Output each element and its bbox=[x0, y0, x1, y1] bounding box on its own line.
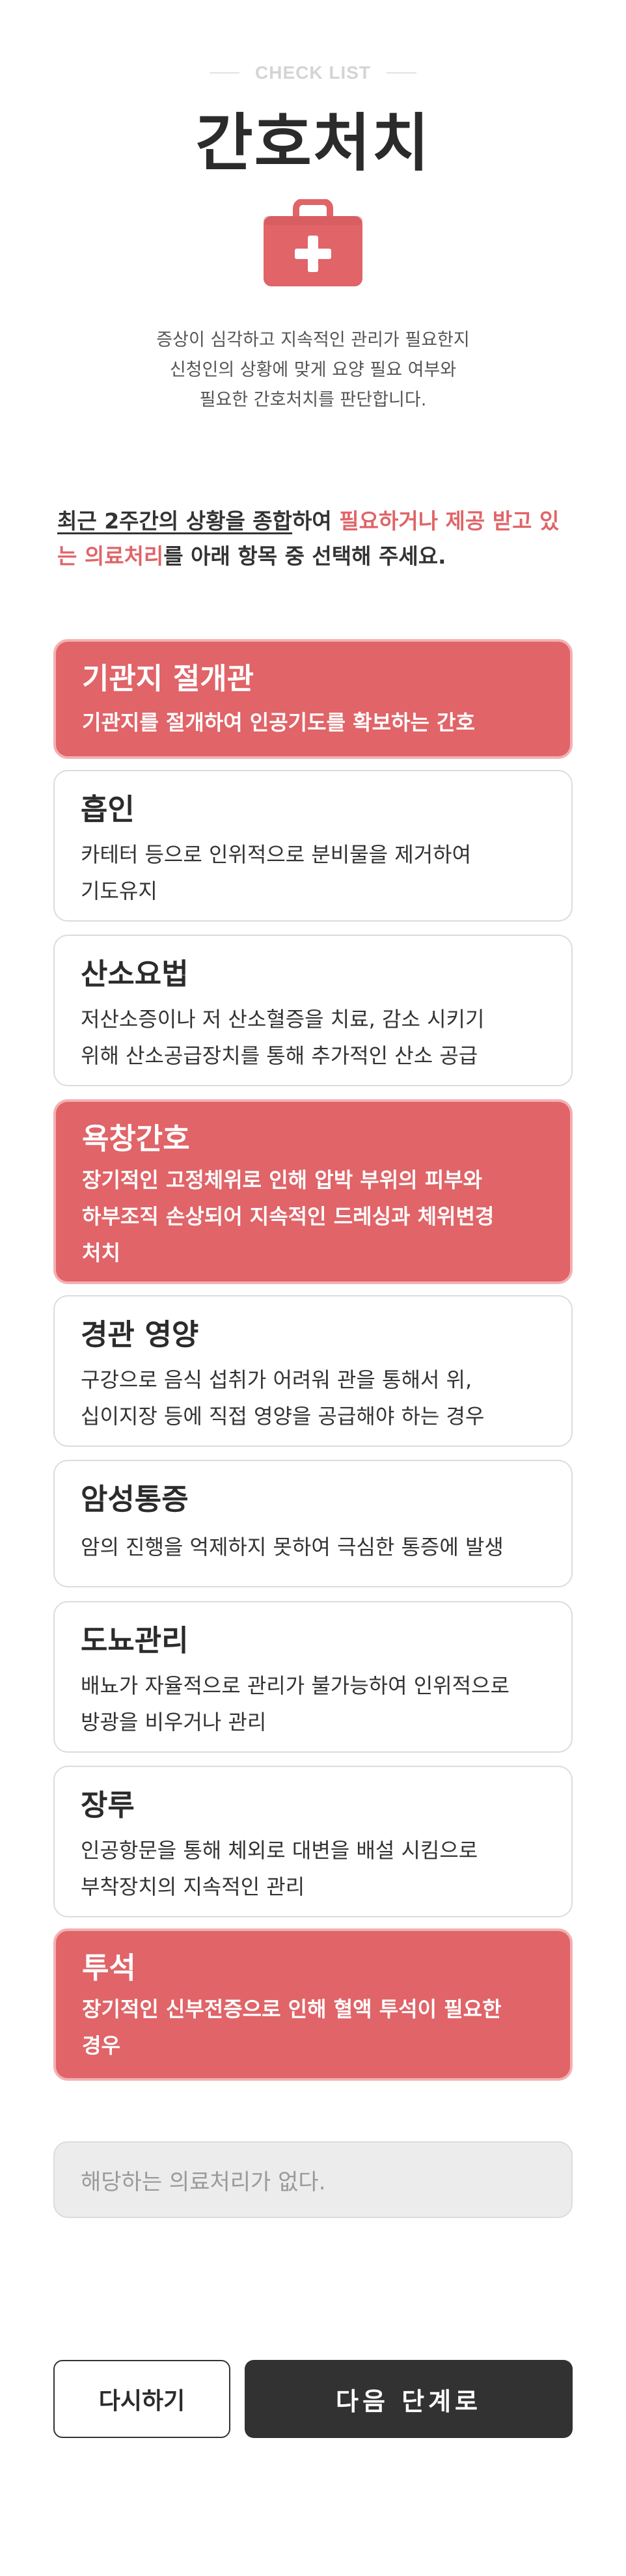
option-description-line: 위해 산소공급장치를 통해 추가적인 산소 공급 bbox=[81, 1043, 478, 1068]
option-title: 산소요법 bbox=[81, 957, 189, 991]
option-description: 암의 진행을 억제하지 못하여 극심한 통증에 발생 bbox=[81, 1529, 556, 1565]
option-description-line: 카테터 등으로 인위적으로 분비물을 제거하여 bbox=[81, 842, 472, 867]
option-description: 장기적인 신부전증으로 인해 혈액 투석이 필요한 경우 bbox=[82, 1991, 557, 2064]
option-urinary-catheter[interactable]: 도뇨관리 배뇨가 자율적으로 관리가 불가능하여 인위적으로 방광을 비우거나 … bbox=[53, 1601, 573, 1753]
option-tube-feeding[interactable]: 경관 영양 구강으로 음식 섭취가 어려워 관을 통해서 위, 십이지장 등에 … bbox=[53, 1295, 573, 1447]
checklist-eyebrow: CHECK LIST bbox=[0, 62, 626, 83]
option-cancer-pain[interactable]: 암성통증 암의 진행을 억제하지 못하여 극심한 통증에 발생 bbox=[53, 1460, 573, 1587]
page-title: 간호처치 bbox=[195, 107, 431, 180]
option-description-line: 인공항문을 통해 체외로 대변을 배설 시킴으로 bbox=[81, 1838, 478, 1863]
instruction-part: 하여 bbox=[292, 508, 340, 534]
option-description-line: 구강으로 음식 섭취가 어려워 관을 통해서 위, bbox=[81, 1367, 472, 1392]
instruction-part: 를 아래 항목 중 선택해 주세요. bbox=[163, 543, 446, 569]
option-tracheostomy[interactable]: 기관지 절개관 기관지를 절개하여 인공기도를 확보하는 간호 bbox=[53, 639, 573, 759]
eyebrow-right-line bbox=[387, 72, 416, 74]
option-description: 인공항문을 통해 체외로 대변을 배설 시킴으로 부착장치의 지속적인 관리 bbox=[81, 1832, 556, 1905]
eyebrow-left-line bbox=[210, 72, 239, 74]
option-description: 배뇨가 자율적으로 관리가 불가능하여 인위적으로 방광을 비우거나 관리 bbox=[81, 1667, 556, 1740]
eyebrow-label: CHECK LIST bbox=[255, 62, 371, 83]
option-title: 투석 bbox=[82, 1951, 136, 1985]
option-title: 흡인 bbox=[81, 792, 135, 827]
option-title: 암성통증 bbox=[81, 1482, 189, 1516]
option-pressure-ulcer-care[interactable]: 욕창간호 장기적인 고정체위로 인해 압박 부위의 피부와 하부조직 손상되어 … bbox=[53, 1099, 573, 1284]
option-none[interactable]: 해당하는 의료처리가 없다. bbox=[53, 2141, 573, 2218]
option-description: 기관지를 절개하여 인공기도를 확보하는 간호 bbox=[82, 704, 557, 741]
option-dialysis[interactable]: 투석 장기적인 신부전증으로 인해 혈액 투석이 필요한 경우 bbox=[53, 1928, 573, 2081]
intro-line: 필요한 간호처치를 판단합니다. bbox=[199, 390, 427, 410]
option-description-line: 기도유지 bbox=[81, 879, 157, 903]
option-description-line: 저산소증이나 저 산소혈증을 치료, 감소 시키기 bbox=[81, 1007, 485, 1032]
option-description-line: 기관지를 절개하여 인공기도를 확보하는 간호 bbox=[82, 710, 475, 735]
option-title: 경관 영양 bbox=[81, 1317, 199, 1352]
option-title: 도뇨관리 bbox=[81, 1623, 189, 1658]
intro-text: 증상이 심각하고 지속적인 관리가 필요한지 신청인의 상황에 맞게 요양 필요… bbox=[0, 325, 626, 415]
option-description-line: 장기적인 고정체위로 인해 압박 부위의 피부와 bbox=[82, 1168, 483, 1192]
option-description: 장기적인 고정체위로 인해 압박 부위의 피부와 하부조직 손상되어 지속적인 … bbox=[82, 1162, 557, 1271]
next-step-button[interactable]: 다음 단계로 bbox=[245, 2360, 573, 2438]
option-description-line: 처치 bbox=[82, 1240, 120, 1265]
instruction-text: 최근 2주간의 상황을 종합하여 필요하거나 제공 받고 있는 의료처리를 아래… bbox=[57, 504, 578, 574]
option-suction[interactable]: 흡인 카테터 등으로 인위적으로 분비물을 제거하여 기도유지 bbox=[53, 770, 573, 922]
intro-line: 증상이 심각하고 지속적인 관리가 필요한지 bbox=[156, 330, 470, 350]
option-title: 장루 bbox=[81, 1788, 135, 1822]
retry-button[interactable]: 다시하기 bbox=[53, 2360, 230, 2438]
option-description-line: 하부조직 손상되어 지속적인 드레싱과 체위변경 bbox=[82, 1204, 495, 1229]
option-description-line: 암의 진행을 억제하지 못하여 극심한 통증에 발생 bbox=[81, 1535, 504, 1559]
first-aid-kit-icon bbox=[264, 199, 362, 286]
option-description-line: 배뇨가 자율적으로 관리가 불가능하여 인위적으로 bbox=[81, 1673, 510, 1698]
option-description-line: 경우 bbox=[82, 2033, 120, 2058]
intro-line: 신청인의 상황에 맞게 요양 필요 여부와 bbox=[169, 360, 457, 380]
option-description-line: 십이지장 등에 직접 영양을 공급해야 하는 경우 bbox=[81, 1404, 485, 1429]
option-description-line: 장기적인 신부전증으로 인해 혈액 투석이 필요한 bbox=[82, 1997, 502, 2021]
option-description: 저산소증이나 저 산소혈증을 치료, 감소 시키기 위해 산소공급장치를 통해 … bbox=[81, 1001, 556, 1074]
option-title: 욕창간호 bbox=[82, 1121, 190, 1156]
option-oxygen-therapy[interactable]: 산소요법 저산소증이나 저 산소혈증을 치료, 감소 시키기 위해 산소공급장치… bbox=[53, 935, 573, 1086]
instruction-underlined: 최근 2주간의 상황을 종합 bbox=[57, 508, 293, 534]
option-title: 기관지 절개관 bbox=[82, 661, 254, 696]
option-description: 카테터 등으로 인위적으로 분비물을 제거하여 기도유지 bbox=[81, 836, 556, 909]
option-ostomy[interactable]: 장루 인공항문을 통해 체외로 대변을 배설 시킴으로 부착장치의 지속적인 관… bbox=[53, 1766, 573, 1917]
option-description: 구강으로 음식 섭취가 어려워 관을 통해서 위, 십이지장 등에 직접 영양을… bbox=[81, 1362, 556, 1434]
option-description-line: 부착장치의 지속적인 관리 bbox=[81, 1874, 305, 1899]
option-description-line: 방광을 비우거나 관리 bbox=[81, 1710, 267, 1734]
